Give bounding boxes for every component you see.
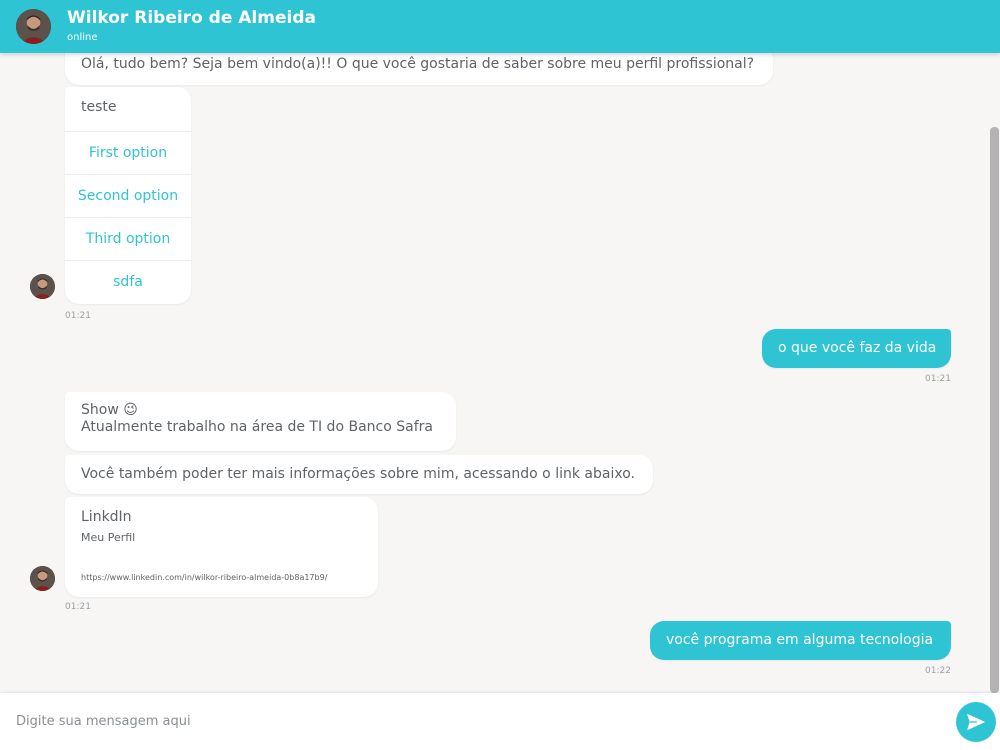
bot-message-show: Show 😉 Atualmente trabalho na área de TI…: [65, 392, 456, 451]
user-message: o que você faz da vida: [762, 329, 951, 368]
link-url[interactable]: https://www.linkedin.com/in/wilkor-ribei…: [81, 573, 327, 582]
message-time: 01:21: [925, 374, 951, 384]
header-avatar: [16, 9, 51, 44]
option-first[interactable]: First option: [65, 132, 191, 175]
options-title: teste: [65, 87, 191, 132]
link-title: LinkdIn: [81, 509, 132, 525]
link-subtitle: Meu Perfil: [81, 531, 136, 544]
message-text: você programa em alguma tecnologia: [666, 632, 934, 648]
bot-avatar: [30, 566, 55, 591]
option-second[interactable]: Second option: [65, 175, 191, 218]
message-time: 01:22: [925, 666, 951, 676]
message-input[interactable]: [16, 707, 936, 735]
message-time: 01:21: [65, 311, 91, 321]
bot-message-info: Você também poder ter mais informações s…: [65, 455, 653, 494]
option-third[interactable]: Third option: [65, 218, 191, 261]
bot-avatar: [30, 274, 55, 299]
message-text: Você também poder ter mais informações s…: [81, 466, 635, 482]
link-card-linkedin[interactable]: LinkdIn Meu Perfil https://www.linkedin.…: [65, 497, 378, 597]
quick-reply-options: teste First option Second option Third o…: [65, 87, 191, 304]
wink-emoji: 😉: [123, 402, 138, 418]
user-message: você programa em alguma tecnologia: [650, 621, 951, 660]
contact-name: Wilkor Ribeiro de Almeida: [67, 8, 316, 28]
chat-header: Wilkor Ribeiro de Almeida online: [0, 0, 1000, 53]
send-button[interactable]: [956, 702, 996, 742]
send-icon: [966, 712, 986, 732]
message-text: Atualmente trabalho na área de TI do Ban…: [81, 419, 433, 435]
message-time: 01:21: [65, 602, 91, 612]
message-text: Olá, tudo bem? Seja bem vindo(a)!! O que…: [81, 56, 755, 72]
option-sdfa[interactable]: sdfa: [65, 261, 191, 304]
message-text: o que você faz da vida: [778, 340, 937, 356]
message-text: Show: [81, 402, 119, 418]
messages-scrollbar[interactable]: [990, 127, 999, 693]
contact-status: online: [67, 32, 98, 43]
message-composer: [0, 693, 1000, 750]
